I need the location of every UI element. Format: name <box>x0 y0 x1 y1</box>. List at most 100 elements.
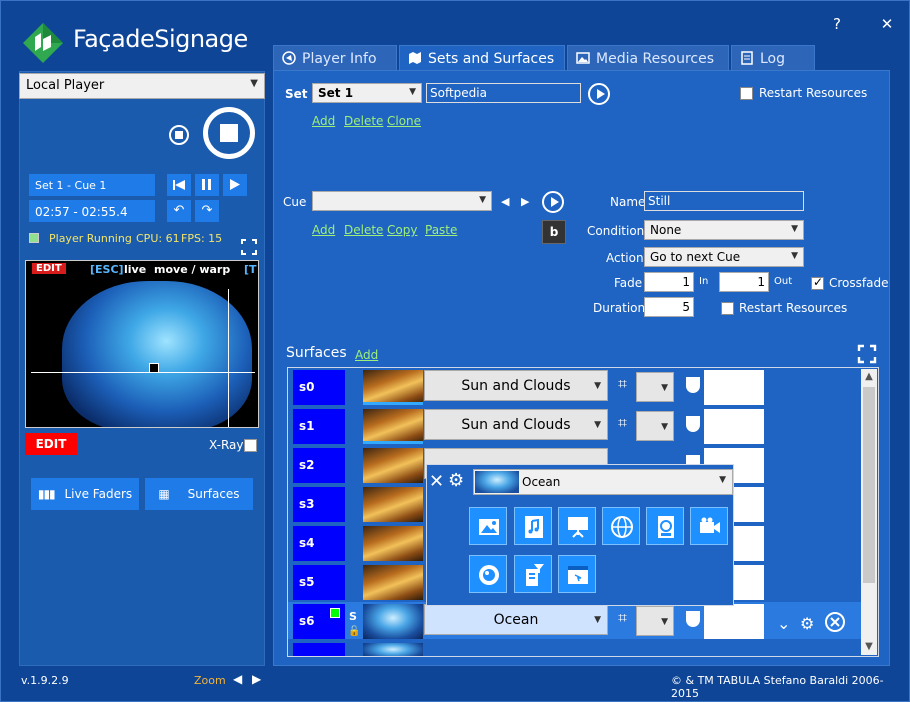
surfaces-button[interactable]: ▦ Surfaces <box>145 478 253 510</box>
crop-icon[interactable]: ⌗ <box>618 415 634 431</box>
preview-handle[interactable] <box>149 363 159 373</box>
image-media-button[interactable] <box>469 507 507 545</box>
surface-id: s2 <box>293 448 345 483</box>
cue-restart-resources-checkbox[interactable] <box>721 302 734 315</box>
redo-icon: ↷ <box>201 203 213 218</box>
zoom-label: Zoom <box>194 674 226 687</box>
preview-viewport[interactable]: EDIT [ESC] live move / warp [T <box>25 260 259 428</box>
surface-option-select[interactable]: ▼ <box>636 606 674 636</box>
database-media-button[interactable] <box>514 555 552 593</box>
skip-back-button[interactable] <box>167 174 191 196</box>
cue-paste-link[interactable]: Paste <box>425 223 457 237</box>
fade-out-input[interactable]: 1 <box>719 272 769 292</box>
crop-icon[interactable]: ⌗ <box>618 376 634 392</box>
edit-button[interactable]: EDIT <box>25 433 77 455</box>
scroll-down-icon[interactable]: ▼ <box>861 639 877 655</box>
cue-add-link[interactable]: Add <box>312 223 335 237</box>
cue-select[interactable]: ▼ <box>312 191 492 211</box>
chevron-down-icon[interactable]: ⌄ <box>777 614 790 633</box>
surface-row-s0[interactable]: s0 Sun and Clouds ▼ ⌗ ▼ <box>288 368 862 405</box>
tab-media-resources[interactable]: Media Resources <box>567 45 729 71</box>
cue-delete-link[interactable]: Delete <box>344 223 383 237</box>
fade-in-input[interactable]: 1 <box>644 272 694 292</box>
surfaces-title: Surfaces <box>286 345 347 361</box>
save-icon[interactable] <box>169 125 189 145</box>
zoom-in-button[interactable]: ▶ <box>252 672 261 686</box>
zoom-out-button[interactable]: ◀ <box>233 672 242 686</box>
preview-edit-badge[interactable]: EDIT <box>32 263 66 274</box>
set-restart-resources-checkbox[interactable] <box>740 87 753 100</box>
stop-button[interactable] <box>203 107 255 159</box>
pause-button[interactable] <box>195 174 219 196</box>
surface-color-cell[interactable] <box>704 370 764 405</box>
flash-media-button[interactable] <box>646 507 684 545</box>
surface-media-select[interactable]: Ocean ▼ <box>424 604 608 635</box>
remove-icon[interactable] <box>824 611 846 633</box>
shield-icon[interactable] <box>686 416 700 432</box>
set-select[interactable]: Set 1 ▼ <box>312 83 422 103</box>
window-media-button[interactable] <box>558 555 596 593</box>
duration-input[interactable]: 5 <box>644 297 694 317</box>
chevron-down-icon: ▼ <box>250 78 258 89</box>
redo-button[interactable]: ↷ <box>195 200 219 222</box>
set-delete-link[interactable]: Delete <box>344 114 383 128</box>
gear-icon[interactable]: ⚙ <box>448 470 464 491</box>
presentation-media-button[interactable] <box>558 507 596 545</box>
tab-player-info[interactable]: Player Info <box>273 45 397 71</box>
player-status: Player Running <box>49 232 132 245</box>
play-button[interactable] <box>223 174 247 196</box>
surface-row-s6[interactable]: s6 S 🔓 Ocean ▼ ⌗ ▼ <box>288 602 862 639</box>
surface-color-cell[interactable] <box>704 604 764 639</box>
surface-option-select[interactable]: ▼ <box>636 411 674 441</box>
tab-sets-and-surfaces[interactable]: Sets and Surfaces <box>399 45 565 71</box>
scroll-up-icon[interactable]: ▲ <box>861 369 877 385</box>
help-button[interactable]: ? <box>827 15 847 33</box>
surface-color-cell[interactable] <box>704 409 764 444</box>
surface-media-select[interactable]: Sun and Clouds ▼ <box>424 409 608 440</box>
set-add-link[interactable]: Add <box>312 114 335 128</box>
cue-name-input[interactable]: Still <box>644 191 804 211</box>
crop-icon[interactable]: ⌗ <box>618 610 634 626</box>
condition-select[interactable]: None ▼ <box>644 220 804 240</box>
live-faders-label: Live Faders <box>64 487 133 501</box>
video-media-button[interactable] <box>690 507 728 545</box>
expand-icon[interactable] <box>857 344 877 364</box>
lock-icon[interactable]: 🔓 <box>348 626 360 637</box>
player-select[interactable]: Local Player ▼ <box>19 73 265 99</box>
audio-media-button[interactable] <box>514 507 552 545</box>
surface-option-select[interactable]: ▼ <box>636 372 674 402</box>
set-name-input[interactable]: Softpedia <box>426 83 581 103</box>
shield-icon[interactable] <box>686 611 700 627</box>
surface-id: s3 <box>293 487 345 522</box>
fullscreen-icon[interactable] <box>241 239 257 255</box>
next-cue-button[interactable]: ▶ <box>521 195 529 208</box>
web-media-button[interactable] <box>602 507 640 545</box>
surface-media-select[interactable]: Sun and Clouds ▼ <box>424 370 608 401</box>
live-faders-button[interactable]: ▮▮▮ Live Faders <box>31 478 139 510</box>
cue-copy-link[interactable]: Copy <box>387 223 417 237</box>
action-select[interactable]: Go to next Cue ▼ <box>644 247 804 267</box>
surface-s-badge[interactable]: S <box>349 610 357 623</box>
crossfade-checkbox[interactable] <box>811 275 824 290</box>
set-clone-link[interactable]: Clone <box>387 114 421 128</box>
gear-icon[interactable]: ⚙ <box>800 614 814 633</box>
close-button[interactable]: ✕ <box>877 15 897 33</box>
play-set-button[interactable] <box>588 83 610 105</box>
chevron-down-icon: ▼ <box>719 475 726 485</box>
media-select-value: Ocean <box>522 475 561 489</box>
scrollbar-thumb[interactable] <box>863 387 875 583</box>
cue-info-display: Set 1 - Cue 1 <box>29 174 155 196</box>
surfaces-add-link[interactable]: Add <box>355 348 378 362</box>
live-input-media-button[interactable] <box>469 555 507 593</box>
duration-label: Duration <box>593 301 646 315</box>
undo-button[interactable]: ↶ <box>167 200 191 222</box>
b-button[interactable]: b <box>542 220 566 244</box>
tab-log[interactable]: Log <box>731 45 815 71</box>
play-cue-button[interactable] <box>542 191 564 213</box>
shield-icon[interactable] <box>686 377 700 393</box>
prev-cue-button[interactable]: ◀ <box>501 195 509 208</box>
surface-row-s1[interactable]: s1 Sun and Clouds ▼ ⌗ ▼ <box>288 407 862 444</box>
close-icon[interactable]: ✕ <box>429 471 444 492</box>
surface-thumbnail <box>363 604 423 639</box>
xray-checkbox[interactable] <box>244 439 257 452</box>
